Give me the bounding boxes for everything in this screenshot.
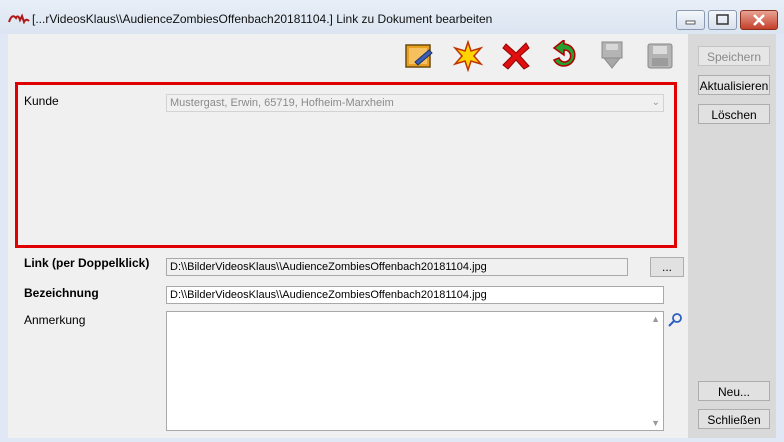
kunde-label: Kunde [24, 94, 59, 108]
maximize-icon [716, 14, 729, 25]
dialog-window: [...rVideosKlaus\\AudienceZombiesOffenba… [0, 0, 784, 442]
link-label: Link (per Doppelklick) [24, 256, 150, 270]
minimize-button[interactable] [676, 10, 705, 30]
maximize-button[interactable] [708, 10, 737, 30]
edit-document-icon[interactable] [403, 40, 435, 72]
scroll-up-icon[interactable]: ▲ [651, 314, 660, 324]
title-bar[interactable]: [...rVideosKlaus\\AudienceZombiesOffenba… [0, 0, 784, 34]
save-button[interactable]: Speichern [698, 46, 770, 66]
delete-x-icon[interactable] [500, 40, 532, 72]
anmerkung-label: Anmerkung [24, 313, 86, 327]
app-logo-icon [8, 13, 30, 24]
window-title: [...rVideosKlaus\\AudienceZombiesOffenba… [32, 12, 493, 26]
form-area: Kunde Mustergast, Erwin, 65719, Hofheim-… [8, 80, 688, 438]
refresh-button[interactable]: Aktualisieren [698, 75, 770, 95]
browse-button[interactable]: ... [650, 257, 684, 277]
scroll-down-icon[interactable]: ▼ [651, 418, 660, 428]
kunde-select[interactable]: Mustergast, Erwin, 65719, Hofheim-Marxhe… [166, 94, 664, 112]
delete-button[interactable]: Löschen [698, 104, 770, 124]
action-panel: Speichern Aktualisieren Löschen Neu... S… [688, 34, 776, 438]
save-download-icon[interactable] [596, 40, 628, 72]
toolbar [8, 34, 688, 80]
zoom-edit-icon[interactable] [667, 312, 683, 328]
close-window-button[interactable] [740, 10, 778, 30]
chevron-down-icon: ⌄ [651, 97, 660, 108]
bezeichnung-input[interactable]: D:\\BilderVideosKlaus\\AudienceZombiesOf… [166, 286, 664, 304]
bezeichnung-label: Bezeichnung [24, 286, 99, 300]
new-button[interactable]: Neu... [698, 381, 770, 401]
save-disk-icon[interactable] [644, 40, 676, 72]
new-star-icon[interactable] [452, 40, 484, 72]
link-field[interactable]: D:\\BilderVideosKlaus\\AudienceZombiesOf… [166, 258, 628, 276]
anmerkung-textarea[interactable]: ▲ ▼ [166, 311, 664, 431]
undo-icon[interactable] [548, 40, 580, 72]
dialog-client: Kunde Mustergast, Erwin, 65719, Hofheim-… [8, 34, 776, 438]
kunde-value: Mustergast, Erwin, 65719, Hofheim-Marxhe… [170, 97, 394, 109]
close-icon [753, 14, 765, 26]
minimize-icon [685, 20, 696, 25]
close-button[interactable]: Schließen [698, 409, 770, 429]
